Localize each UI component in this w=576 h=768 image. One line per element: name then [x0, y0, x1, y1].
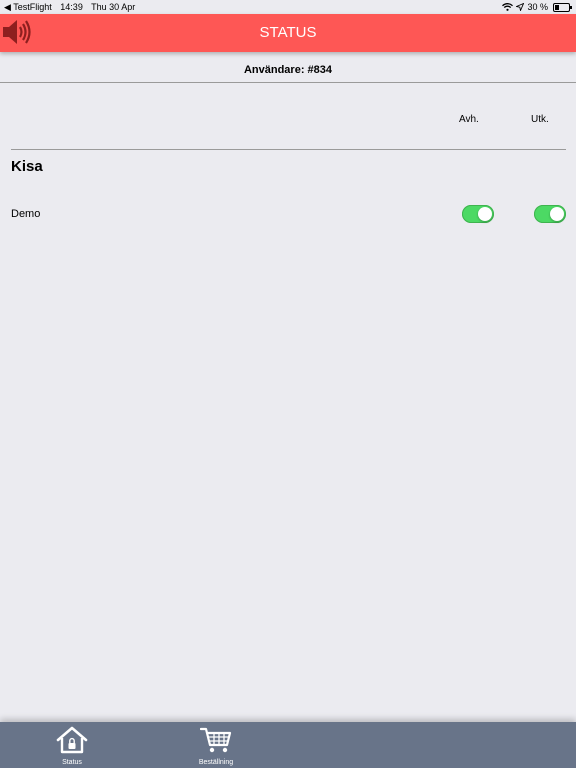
- group-title: Kisa: [11, 158, 43, 175]
- toggle-avh-demo[interactable]: [462, 205, 494, 223]
- page-title: STATUS: [259, 24, 317, 41]
- back-to-app-link[interactable]: ◀ TestFlight: [4, 2, 52, 12]
- section-divider: [11, 149, 566, 150]
- tab-label: Status: [62, 759, 82, 766]
- app-header: STATUS: [0, 14, 576, 52]
- tab-bestallning[interactable]: Beställning: [186, 722, 246, 768]
- column-header-utk: Utk.: [531, 114, 549, 125]
- home-icon: [56, 726, 88, 754]
- clock: 14:39: [60, 2, 83, 12]
- toggle-utk-demo[interactable]: [534, 205, 566, 223]
- cart-icon: [200, 727, 232, 753]
- battery-icon: [553, 2, 572, 12]
- toggle-knob: [478, 207, 492, 221]
- tab-bar: Status Beställning: [0, 722, 576, 768]
- column-header-avh: Avh.: [459, 114, 479, 125]
- divider: [0, 82, 576, 83]
- row-label-demo: Demo: [11, 208, 41, 220]
- battery-level: [555, 4, 559, 10]
- battery-percent: 30 %: [527, 2, 548, 12]
- user-label: Användare: #834: [243, 64, 333, 76]
- wifi-icon: [502, 3, 514, 11]
- toggle-knob: [550, 207, 564, 221]
- status-bar-left: ◀ TestFlight 14:39 Thu 30 Apr: [4, 0, 141, 14]
- date: Thu 30 Apr: [91, 2, 136, 12]
- tab-label: Beställning: [198, 759, 234, 766]
- ios-status-bar: ◀ TestFlight 14:39 Thu 30 Apr 30 %: [0, 0, 576, 14]
- location-arrow-icon: [516, 3, 525, 11]
- status-bar-right: 30 %: [502, 0, 572, 14]
- tab-status[interactable]: Status: [42, 722, 102, 768]
